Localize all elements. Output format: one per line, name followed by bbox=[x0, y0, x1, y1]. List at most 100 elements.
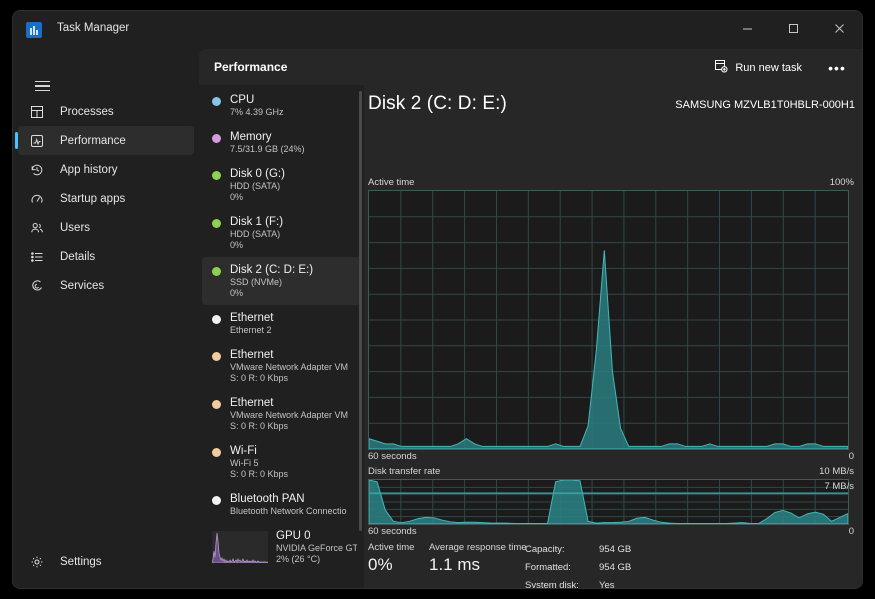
active-time-span-left: 60 seconds bbox=[368, 451, 417, 462]
active-time-chart-label: Active time bbox=[368, 177, 415, 188]
active-time-span-right: 0 bbox=[848, 451, 854, 462]
perf-item-sub: Ethernet 2 bbox=[230, 325, 272, 335]
startup-icon bbox=[30, 191, 50, 207]
status-dot bbox=[212, 219, 221, 228]
status-dot bbox=[212, 315, 221, 324]
close-button[interactable] bbox=[816, 11, 862, 45]
perf-item-memory[interactable]: Memory 7.5/31.9 GB (24%) bbox=[202, 124, 361, 161]
perf-item-ethernet-2[interactable]: Ethernet VMware Network Adapter VM S: 0 … bbox=[202, 342, 361, 390]
perf-item-title: Disk 0 (G:) bbox=[230, 168, 285, 180]
page-title: Performance bbox=[214, 60, 288, 74]
sidebar-item-processes[interactable]: Processes bbox=[18, 97, 194, 126]
table-row: System disk: Yes bbox=[525, 579, 654, 589]
sidebar-item-label: Performance bbox=[60, 134, 126, 147]
disk-detail-pane: Disk 2 (C: D: E:) SAMSUNG MZVLB1T0HBLR-0… bbox=[364, 85, 862, 589]
perf-item-title: Bluetooth PAN bbox=[230, 493, 305, 505]
perf-item-sub: Bluetooth Network Connectio bbox=[230, 506, 347, 516]
status-dot bbox=[212, 448, 221, 457]
task-manager-window: Task Manager Processes Performance App h… bbox=[12, 10, 863, 589]
more-options-button[interactable]: ••• bbox=[822, 55, 852, 80]
perf-item-disk-2[interactable]: Disk 2 (C: D: E:) SSD (NVMe) 0% bbox=[202, 257, 361, 305]
sidebar-item-performance[interactable]: Performance bbox=[15, 126, 194, 155]
status-dot bbox=[212, 267, 221, 276]
stat-active-time: Active time 0% bbox=[368, 541, 414, 576]
maximize-button[interactable] bbox=[770, 11, 816, 45]
disk-transfer-rate-graph bbox=[368, 479, 849, 525]
perf-item-sub: HDD (SATA) bbox=[230, 229, 281, 239]
perf-item-sub: VMware Network Adapter VM bbox=[230, 362, 349, 372]
info-value: 954 GB bbox=[599, 544, 632, 555]
sidebar-item-settings[interactable]: Settings bbox=[18, 547, 194, 576]
perf-item-sub: 7% 4.39 GHz bbox=[230, 107, 284, 117]
stat-average-response-time: Average response time 1.1 ms bbox=[429, 541, 527, 576]
sidebar-item-services[interactable]: Services bbox=[18, 271, 194, 300]
disk-model: SAMSUNG MZVLB1T0HBLR-000H1 bbox=[675, 99, 855, 111]
run-new-task-button[interactable]: Run new task bbox=[705, 55, 811, 80]
sidebar-item-label: Services bbox=[60, 279, 105, 292]
sidebar-item-label: Details bbox=[60, 250, 96, 263]
perf-item-sub: NVIDIA GeForce GTX bbox=[276, 543, 357, 553]
info-key: Formatted: bbox=[525, 562, 571, 573]
perf-item-title: Ethernet bbox=[230, 397, 274, 409]
perf-item-title: Ethernet bbox=[230, 312, 274, 324]
services-icon bbox=[30, 278, 50, 294]
perf-item-ethernet-3[interactable]: Ethernet VMware Network Adapter VM S: 0 … bbox=[202, 390, 361, 438]
sidebar: Processes Performance App history Startu… bbox=[13, 49, 199, 588]
perf-item-disk-0[interactable]: Disk 0 (G:) HDD (SATA) 0% bbox=[202, 161, 361, 209]
minimize-button[interactable] bbox=[724, 11, 770, 45]
app-title: Task Manager bbox=[57, 22, 130, 34]
performance-resource-list[interactable]: CPU 7% 4.39 GHz Memory 7.5/31.9 GB (24%)… bbox=[199, 85, 364, 588]
title-bar: Task Manager bbox=[13, 11, 862, 49]
status-dot bbox=[212, 400, 221, 409]
disk-transfer-rate-label: Disk transfer rate bbox=[368, 466, 441, 477]
info-value: Yes bbox=[599, 580, 615, 589]
perf-item-wifi[interactable]: Wi-Fi Wi-Fi 5 S: 0 R: 0 Kbps bbox=[202, 438, 361, 486]
disk-title: Disk 2 (C: D: E:) bbox=[368, 93, 507, 114]
sidebar-item-users[interactable]: Users bbox=[18, 213, 194, 242]
info-value: 954 GB bbox=[599, 562, 632, 573]
perf-item-title: GPU 0 bbox=[276, 530, 311, 542]
sidebar-nav-list: Processes Performance App history Startu… bbox=[13, 97, 199, 300]
history-icon bbox=[30, 162, 50, 178]
perf-item-gpu-0[interactable]: GPU 0 NVIDIA GeForce GTX 2% (26 °C) bbox=[202, 523, 361, 571]
perf-item-title: Disk 2 (C: D: E:) bbox=[230, 264, 314, 276]
sidebar-item-label: Users bbox=[60, 221, 91, 234]
perf-item-title: Disk 1 (F:) bbox=[230, 216, 284, 228]
settings-label: Settings bbox=[60, 555, 102, 568]
table-row: Formatted: 954 GB bbox=[525, 561, 654, 577]
sidebar-item-app-history[interactable]: App history bbox=[18, 155, 194, 184]
perf-item-cpu[interactable]: CPU 7% 4.39 GHz bbox=[202, 87, 361, 124]
disk-info-table: Capacity: 954 GB Formatted: 954 GB Syste… bbox=[523, 541, 656, 589]
content-area: Performance Run new task ••• CPU 7% 4.39… bbox=[199, 49, 862, 589]
perf-item-ethernet-1[interactable]: Ethernet Ethernet 2 bbox=[202, 305, 361, 342]
perf-item-sub: Wi-Fi 5 bbox=[230, 458, 259, 468]
perf-item-sub: 0% bbox=[230, 192, 244, 202]
perf-item-bluetooth-pan[interactable]: Bluetooth PAN Bluetooth Network Connecti… bbox=[202, 486, 361, 523]
stat-value: 0% bbox=[368, 555, 393, 574]
status-dot bbox=[212, 134, 221, 143]
active-time-graph bbox=[368, 190, 849, 450]
perf-item-sub: VMware Network Adapter VM bbox=[230, 410, 349, 420]
gpu-sparkline bbox=[212, 531, 268, 563]
perf-item-sub: 2% (26 °C) bbox=[276, 554, 321, 564]
perf-item-title: CPU bbox=[230, 94, 255, 106]
sidebar-item-label: Processes bbox=[60, 105, 114, 118]
list-scrollbar[interactable] bbox=[359, 91, 362, 531]
task-manager-icon bbox=[26, 22, 42, 38]
run-new-task-icon bbox=[714, 59, 728, 76]
status-dot bbox=[212, 97, 221, 106]
table-row: Capacity: 954 GB bbox=[525, 543, 654, 559]
perf-item-sub: 7.5/31.9 GB (24%) bbox=[230, 144, 305, 154]
perf-item-sub: HDD (SATA) bbox=[230, 181, 281, 191]
perf-item-disk-1[interactable]: Disk 1 (F:) HDD (SATA) 0% bbox=[202, 209, 361, 257]
run-new-task-label: Run new task bbox=[735, 61, 802, 74]
sidebar-item-details[interactable]: Details bbox=[18, 242, 194, 271]
sidebar-item-startup-apps[interactable]: Startup apps bbox=[18, 184, 194, 213]
info-key: Capacity: bbox=[525, 544, 565, 555]
gear-icon bbox=[30, 555, 50, 569]
disk-transfer-rate-marker: 7 MB/s bbox=[824, 481, 854, 492]
perf-item-sub: S: 0 R: 0 Kbps bbox=[230, 469, 289, 479]
status-dot bbox=[212, 171, 221, 180]
perf-item-title: Ethernet bbox=[230, 349, 274, 361]
sidebar-item-label: App history bbox=[60, 163, 118, 176]
